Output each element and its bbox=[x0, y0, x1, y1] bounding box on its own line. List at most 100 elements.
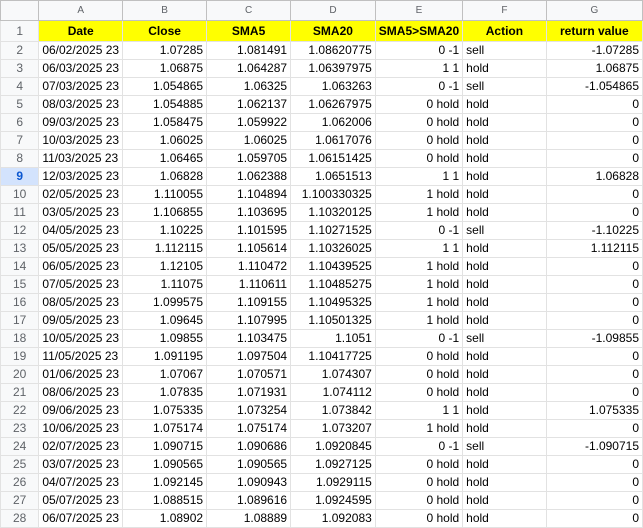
return-cell[interactable]: 0 bbox=[545, 311, 643, 330]
sma20-cell[interactable]: 1.074112 bbox=[290, 383, 376, 402]
return-cell[interactable]: 0 bbox=[545, 491, 643, 510]
comparison-cell[interactable]: 0 hold bbox=[374, 509, 464, 528]
return-cell[interactable]: 0 bbox=[545, 383, 643, 402]
close-cell[interactable]: 1.06465 bbox=[122, 149, 208, 168]
action-cell[interactable]: hold bbox=[462, 509, 547, 528]
action-cell[interactable]: hold bbox=[462, 419, 547, 438]
sma5-cell[interactable]: 1.06325 bbox=[206, 77, 292, 96]
return-cell[interactable]: 0 bbox=[545, 509, 643, 528]
action-cell[interactable]: hold bbox=[462, 149, 547, 168]
sma5-cell[interactable]: 1.062388 bbox=[206, 167, 292, 186]
return-cell[interactable]: 0 bbox=[545, 149, 643, 168]
date-cell[interactable]: 04/05/2025 23 bbox=[38, 221, 124, 240]
sma5-cell[interactable]: 1.105614 bbox=[206, 239, 292, 258]
date-cell[interactable]: 08/06/2025 23 bbox=[38, 383, 124, 402]
action-cell[interactable]: hold bbox=[462, 131, 547, 150]
select-all-corner[interactable] bbox=[0, 0, 40, 21]
sma5-cell[interactable]: 1.090565 bbox=[206, 455, 292, 474]
close-cell[interactable]: 1.092145 bbox=[122, 473, 208, 492]
row-header[interactable]: 24 bbox=[0, 437, 40, 456]
action-cell[interactable]: hold bbox=[462, 383, 547, 402]
sma20-cell[interactable]: 1.06397975 bbox=[290, 59, 376, 78]
action-cell[interactable]: hold bbox=[462, 167, 547, 186]
sma5-cell[interactable]: 1.071931 bbox=[206, 383, 292, 402]
return-cell[interactable]: -1.10225 bbox=[545, 221, 643, 240]
sma20-cell[interactable]: 1.073207 bbox=[290, 419, 376, 438]
date-cell[interactable]: 02/07/2025 23 bbox=[38, 437, 124, 456]
return-cell[interactable]: -1.090715 bbox=[545, 437, 643, 456]
comparison-cell[interactable]: 0 hold bbox=[374, 131, 464, 150]
date-cell[interactable]: 08/03/2025 23 bbox=[38, 95, 124, 114]
action-cell[interactable]: hold bbox=[462, 347, 547, 366]
sma20-cell[interactable]: 1.092083 bbox=[290, 509, 376, 528]
date-cell[interactable]: 06/02/2025 23 bbox=[38, 41, 124, 60]
column-header-c[interactable]: C bbox=[206, 0, 292, 21]
sma20-cell[interactable]: 1.074307 bbox=[290, 365, 376, 384]
row-header[interactable]: 14 bbox=[0, 257, 40, 276]
close-cell[interactable]: 1.12105 bbox=[122, 257, 208, 276]
header-cell-sma20[interactable]: SMA20 bbox=[290, 20, 376, 42]
row-header[interactable]: 9 bbox=[0, 167, 40, 186]
sma20-cell[interactable]: 1.08620775 bbox=[290, 41, 376, 60]
row-header[interactable]: 2 bbox=[0, 41, 40, 60]
sma5-cell[interactable]: 1.08889 bbox=[206, 509, 292, 528]
comparison-cell[interactable]: 1 hold bbox=[374, 257, 464, 276]
column-header-b[interactable]: B bbox=[122, 0, 208, 21]
row-header[interactable]: 18 bbox=[0, 329, 40, 348]
return-cell[interactable]: 0 bbox=[545, 203, 643, 222]
return-cell[interactable]: 0 bbox=[545, 185, 643, 204]
close-cell[interactable]: 1.075174 bbox=[122, 419, 208, 438]
sma20-cell[interactable]: 1.10439525 bbox=[290, 257, 376, 276]
action-cell[interactable]: hold bbox=[462, 203, 547, 222]
sma20-cell[interactable]: 1.10326025 bbox=[290, 239, 376, 258]
date-cell[interactable]: 08/05/2025 23 bbox=[38, 293, 124, 312]
close-cell[interactable]: 1.07067 bbox=[122, 365, 208, 384]
close-cell[interactable]: 1.075335 bbox=[122, 401, 208, 420]
action-cell[interactable]: hold bbox=[462, 365, 547, 384]
action-cell[interactable]: sell bbox=[462, 77, 547, 96]
action-cell[interactable]: hold bbox=[462, 401, 547, 420]
close-cell[interactable]: 1.091195 bbox=[122, 347, 208, 366]
return-cell[interactable]: 1.112115 bbox=[545, 239, 643, 258]
comparison-cell[interactable]: 1 hold bbox=[374, 275, 464, 294]
date-cell[interactable]: 05/07/2025 23 bbox=[38, 491, 124, 510]
action-cell[interactable]: hold bbox=[462, 275, 547, 294]
comparison-cell[interactable]: 1 hold bbox=[374, 293, 464, 312]
comparison-cell[interactable]: 0 hold bbox=[374, 473, 464, 492]
sma20-cell[interactable]: 1.0927125 bbox=[290, 455, 376, 474]
sma5-cell[interactable]: 1.089616 bbox=[206, 491, 292, 510]
date-cell[interactable]: 07/05/2025 23 bbox=[38, 275, 124, 294]
sma20-cell[interactable]: 1.073842 bbox=[290, 401, 376, 420]
sma5-cell[interactable]: 1.059922 bbox=[206, 113, 292, 132]
sma5-cell[interactable]: 1.110611 bbox=[206, 275, 292, 294]
comparison-cell[interactable]: 0 hold bbox=[374, 491, 464, 510]
action-cell[interactable]: hold bbox=[462, 455, 547, 474]
comparison-cell[interactable]: 0 hold bbox=[374, 95, 464, 114]
sma5-cell[interactable]: 1.081491 bbox=[206, 41, 292, 60]
row-header[interactable]: 21 bbox=[0, 383, 40, 402]
return-cell[interactable]: 0 bbox=[545, 257, 643, 276]
comparison-cell[interactable]: 1 1 bbox=[374, 239, 464, 258]
header-cell-return[interactable]: return value bbox=[545, 20, 643, 42]
sma20-cell[interactable]: 1.0929115 bbox=[290, 473, 376, 492]
date-cell[interactable]: 07/03/2025 23 bbox=[38, 77, 124, 96]
sma5-cell[interactable]: 1.073254 bbox=[206, 401, 292, 420]
column-header-g[interactable]: G bbox=[545, 0, 643, 21]
close-cell[interactable]: 1.099575 bbox=[122, 293, 208, 312]
action-cell[interactable]: sell bbox=[462, 221, 547, 240]
close-cell[interactable]: 1.110055 bbox=[122, 185, 208, 204]
sma20-cell[interactable]: 1.10271525 bbox=[290, 221, 376, 240]
close-cell[interactable]: 1.06025 bbox=[122, 131, 208, 150]
close-cell[interactable]: 1.058475 bbox=[122, 113, 208, 132]
return-cell[interactable]: 1.075335 bbox=[545, 401, 643, 420]
date-cell[interactable]: 02/05/2025 23 bbox=[38, 185, 124, 204]
action-cell[interactable]: hold bbox=[462, 311, 547, 330]
action-cell[interactable]: sell bbox=[462, 437, 547, 456]
date-cell[interactable]: 10/05/2025 23 bbox=[38, 329, 124, 348]
close-cell[interactable]: 1.07285 bbox=[122, 41, 208, 60]
close-cell[interactable]: 1.090715 bbox=[122, 437, 208, 456]
action-cell[interactable]: sell bbox=[462, 41, 547, 60]
sma20-cell[interactable]: 1.0920845 bbox=[290, 437, 376, 456]
column-header-a[interactable]: A bbox=[38, 0, 124, 21]
row-header[interactable]: 7 bbox=[0, 131, 40, 150]
